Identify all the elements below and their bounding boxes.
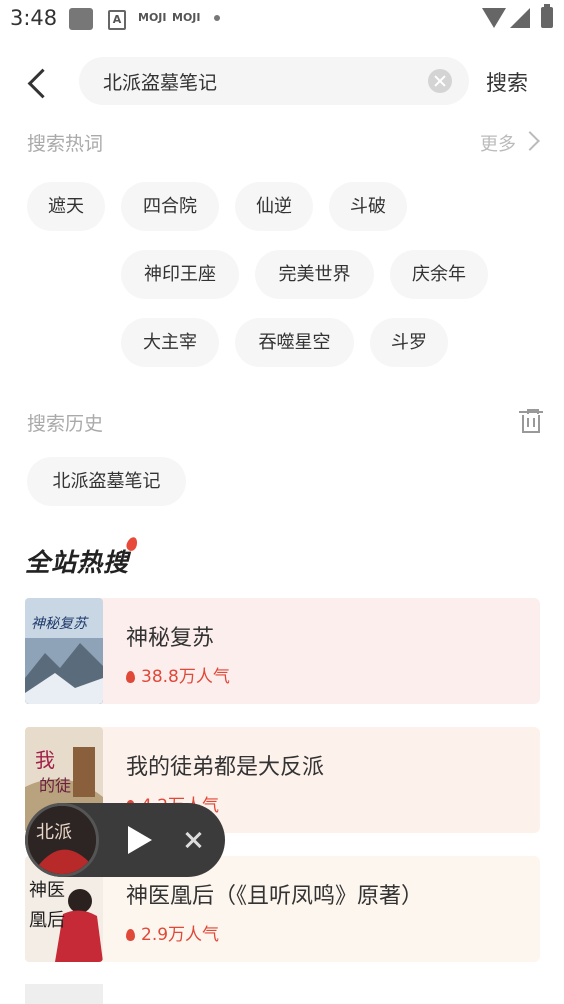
fire-icon: [126, 929, 135, 941]
popularity: 38.8万人气: [126, 662, 230, 687]
dot-icon: [214, 15, 220, 21]
battery-icon: [541, 4, 553, 28]
trash-icon[interactable]: [519, 409, 543, 435]
clear-icon[interactable]: [428, 69, 452, 93]
moji-icon: MOJI: [172, 11, 201, 24]
svg-text:我: 我: [35, 748, 55, 772]
search-button[interactable]: 搜索: [486, 67, 528, 97]
player-cover[interactable]: 北派: [25, 803, 99, 877]
wifi-icon: [482, 8, 506, 28]
hot-search-title: 全站热搜: [25, 535, 140, 579]
svg-text:神医: 神医: [29, 880, 65, 901]
hot-words-title: 搜索热词: [27, 133, 104, 155]
gallery-icon: [69, 8, 93, 30]
hot-tag[interactable]: 完美世界: [255, 250, 374, 299]
chevron-right-icon[interactable]: [520, 131, 540, 151]
floating-player[interactable]: 北派: [25, 803, 225, 877]
hot-tag[interactable]: 斗罗: [370, 318, 448, 367]
svg-text:的徒: 的徒: [39, 776, 71, 795]
hot-tag[interactable]: 大主宰: [121, 318, 219, 367]
status-time: 3:48: [10, 6, 58, 30]
svg-text:北派: 北派: [36, 822, 72, 843]
popularity: 2.9万人气: [126, 920, 219, 945]
search-input[interactable]: [103, 69, 423, 93]
hot-tag[interactable]: 吞噬星空: [235, 318, 354, 367]
hot-item[interactable]: 神秘复苏 神秘复苏 38.8万人气: [25, 598, 540, 704]
search-box[interactable]: [79, 57, 469, 105]
fire-icon: [126, 671, 135, 683]
back-button[interactable]: [22, 66, 56, 100]
close-icon[interactable]: [183, 830, 203, 850]
book-name: 神医凰后（《且听凤鸣》原著）: [126, 884, 424, 909]
book-cover: [25, 984, 103, 1004]
book-cover: 神秘复苏: [25, 598, 103, 704]
history-title: 搜索历史: [27, 413, 104, 435]
hot-tag[interactable]: 仙逆: [235, 182, 313, 231]
book-name: 我的徒弟都是大反派: [126, 755, 325, 780]
more-link[interactable]: 更多: [480, 130, 516, 156]
hot-tag[interactable]: 庆余年: [390, 250, 488, 299]
play-icon[interactable]: [128, 826, 152, 854]
hot-tag[interactable]: 斗破: [329, 182, 407, 231]
book-name: 神秘复苏: [126, 626, 215, 651]
hot-tag[interactable]: 四合院: [121, 182, 219, 231]
moji-icon: MOJI: [138, 11, 167, 24]
status-bar: 3:48 A MOJI MOJI: [0, 0, 564, 38]
svg-text:神秘复苏: 神秘复苏: [31, 616, 89, 632]
hot-tag[interactable]: 神印王座: [121, 250, 239, 299]
a-icon: A: [108, 10, 126, 30]
signal-icon: [510, 8, 530, 28]
svg-text:凰后: 凰后: [29, 910, 65, 931]
hot-tag[interactable]: 遮天: [27, 182, 105, 231]
history-tag[interactable]: 北派盗墓笔记: [27, 457, 186, 506]
